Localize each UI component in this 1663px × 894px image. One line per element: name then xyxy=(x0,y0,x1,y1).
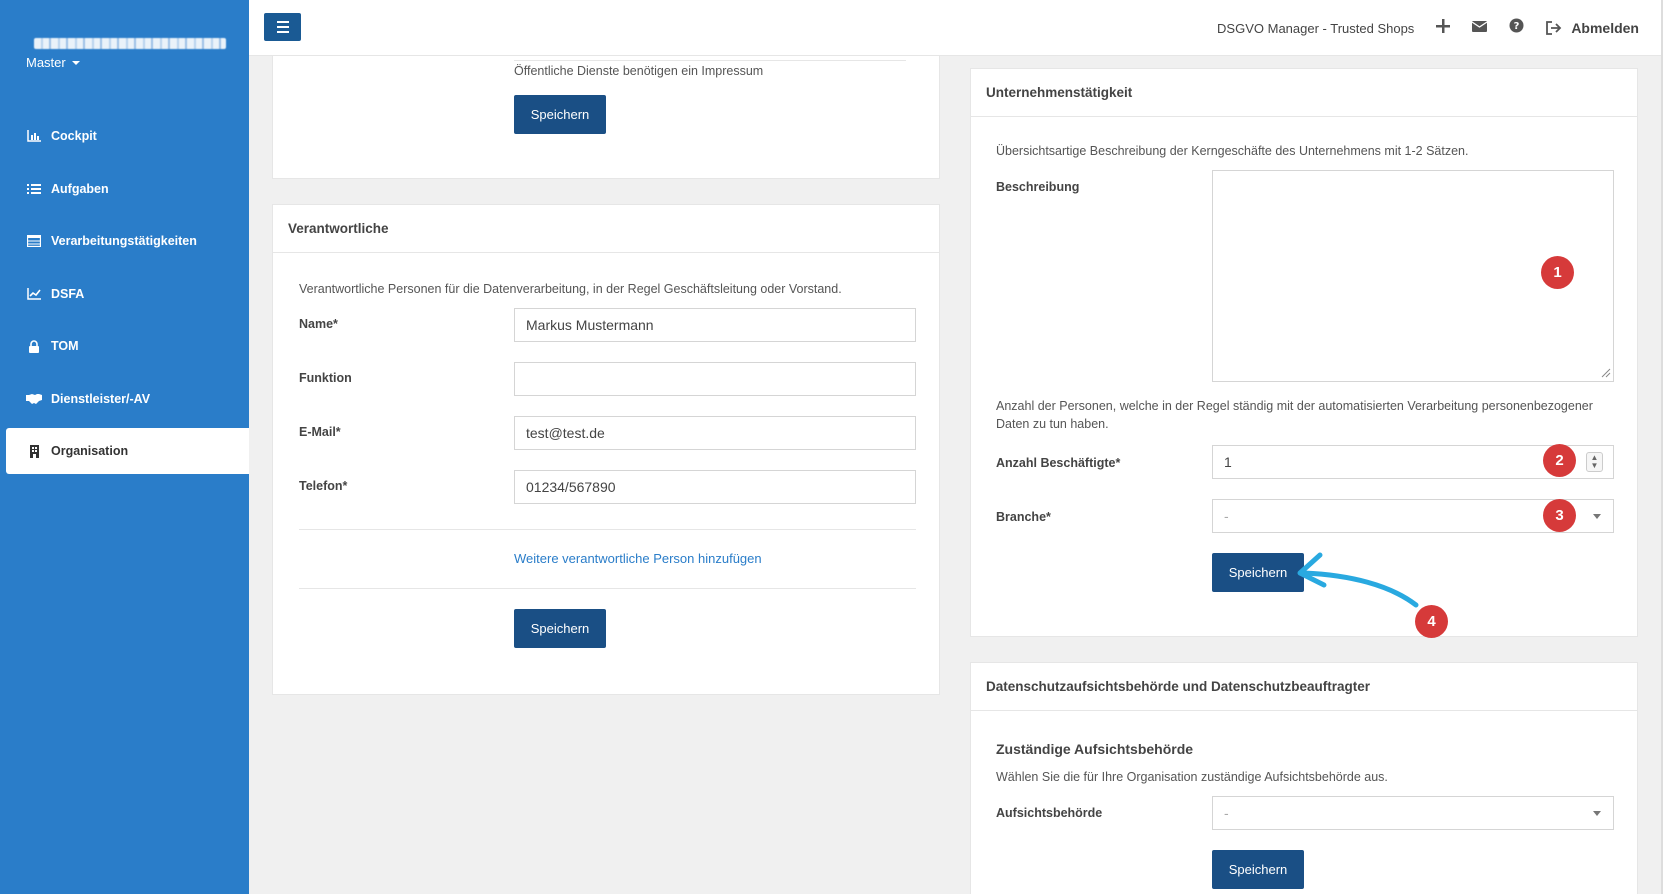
telefon-field[interactable]: 01234/567890 xyxy=(514,470,916,504)
telefon-label: Telefon* xyxy=(299,479,348,493)
sidebar-item-label: Verarbeitungstätigkeiten xyxy=(51,234,197,249)
sidebar-item-label: Dienstleister/-AV xyxy=(51,391,151,406)
resize-handle-icon[interactable] xyxy=(1599,366,1611,378)
logout-button[interactable]: Abmelden xyxy=(1546,20,1639,36)
name-label: Name* xyxy=(299,317,338,331)
logout-label: Abmelden xyxy=(1571,20,1639,36)
sidebar: Master Cockpit Aufgaben Verarbeitungstät… xyxy=(0,0,249,894)
email-field[interactable]: test@test.de xyxy=(514,416,916,450)
menu-toggle-button[interactable] xyxy=(264,13,301,41)
branche-label: Branche* xyxy=(996,510,1051,524)
verantwortliche-panel: Verantwortliche Verantwortliche Personen… xyxy=(272,204,940,695)
topbar-actions: DSGVO Manager - Trusted Shops ? Abmelden xyxy=(1217,0,1639,56)
add-person-link[interactable]: Weitere verantwortliche Person hinzufüge… xyxy=(514,551,762,566)
sidebar-item-label: Aufgaben xyxy=(51,181,109,196)
sidebar-item-label: DSFA xyxy=(51,286,85,301)
funktion-field[interactable] xyxy=(514,362,916,396)
sidebar-item-dsfa[interactable]: DSFA xyxy=(0,268,249,321)
beschreibung-label: Beschreibung xyxy=(996,180,1080,194)
persons-text: Anzahl der Personen, welche in der Regel… xyxy=(996,399,1593,431)
authority-description: Wählen Sie die für Ihre Organisation zus… xyxy=(996,770,1388,784)
topbar: DSGVO Manager - Trusted Shops ? Abmelden xyxy=(249,0,1663,56)
sidebar-item-organisation[interactable]: Organisation xyxy=(6,428,249,474)
envelope-icon[interactable] xyxy=(1471,19,1488,37)
list-icon xyxy=(26,181,42,197)
sidebar-item-label: Organisation xyxy=(51,444,129,458)
number-stepper[interactable]: ▲ ▼ xyxy=(1586,452,1603,472)
unternehmen-description: Übersichtsartige Beschreibung der Kernge… xyxy=(996,144,1469,158)
impressum-note: Öffentliche Dienste benötigen ein Impres… xyxy=(514,64,764,78)
line-chart-icon xyxy=(26,286,42,302)
hamburger-icon xyxy=(276,21,289,23)
plus-icon[interactable] xyxy=(1436,18,1451,38)
employees-label: Anzahl Beschäftigte* xyxy=(996,456,1121,470)
table-icon xyxy=(26,233,42,249)
handshake-icon xyxy=(26,391,42,407)
chevron-down-icon xyxy=(1593,514,1601,519)
help-icon[interactable]: ? xyxy=(1509,18,1524,38)
impressum-panel: Öffentliche Dienste benötigen ein Impres… xyxy=(272,56,940,179)
sidebar-item-cockpit[interactable]: Cockpit xyxy=(0,110,249,163)
verantwortliche-description: Verantwortliche Personen für die Datenve… xyxy=(299,282,842,296)
divider xyxy=(299,529,916,530)
user-menu-label: Master xyxy=(26,55,66,70)
panel-heading: Unternehmenstätigkeit xyxy=(971,69,1637,117)
caret-down-icon xyxy=(71,60,80,65)
name-field[interactable]: Markus Mustermann xyxy=(514,308,916,342)
app-title: DSGVO Manager - Trusted Shops xyxy=(1217,20,1415,36)
chart-icon xyxy=(26,128,42,144)
user-menu[interactable]: Master xyxy=(26,55,80,70)
sidebar-item-aufgaben[interactable]: Aufgaben xyxy=(0,163,249,216)
sidebar-item-label: TOM xyxy=(51,339,79,354)
annotation-badge-1: 1 xyxy=(1541,256,1574,289)
annotation-arrow xyxy=(1297,552,1419,608)
datenschutz-panel: Datenschutzaufsichtsbehörde und Datensch… xyxy=(970,662,1638,894)
sidebar-item-dienstleister[interactable]: Dienstleister/-AV xyxy=(0,373,249,426)
funktion-label: Funktion xyxy=(299,371,352,385)
divider xyxy=(514,60,906,61)
authority-label: Aufsichtsbehörde xyxy=(996,806,1103,820)
sign-out-icon xyxy=(1546,21,1562,35)
annotation-badge-3: 3 xyxy=(1543,499,1576,532)
authority-subheading: Zuständige Aufsichtsbehörde xyxy=(996,741,1194,757)
authority-select[interactable]: - xyxy=(1212,796,1614,830)
sidebar-item-tom[interactable]: TOM xyxy=(0,320,249,373)
sidebar-item-label: Cockpit xyxy=(51,129,97,144)
user-email-blurred xyxy=(34,38,226,49)
impressum-save-button[interactable]: Speichern xyxy=(514,95,606,134)
chevron-down-icon xyxy=(1593,811,1601,816)
sidebar-item-verarbeitungstaetigkeiten[interactable]: Verarbeitungstätigkeiten xyxy=(0,215,249,268)
panel-heading: Verantwortliche xyxy=(273,205,939,253)
building-icon xyxy=(26,443,42,459)
annotation-badge-2: 2 xyxy=(1543,444,1576,477)
datenschutz-save-button[interactable]: Speichern xyxy=(1212,850,1304,889)
email-label: E-Mail* xyxy=(299,425,341,439)
divider xyxy=(299,588,916,589)
panel-heading: Datenschutzaufsichtsbehörde und Datensch… xyxy=(971,663,1637,711)
sidebar-nav: Cockpit Aufgaben Verarbeitungstätigkeite… xyxy=(0,110,249,477)
svg-text:?: ? xyxy=(1514,21,1520,32)
lock-icon xyxy=(26,338,42,354)
verantwortliche-save-button[interactable]: Speichern xyxy=(514,609,606,648)
